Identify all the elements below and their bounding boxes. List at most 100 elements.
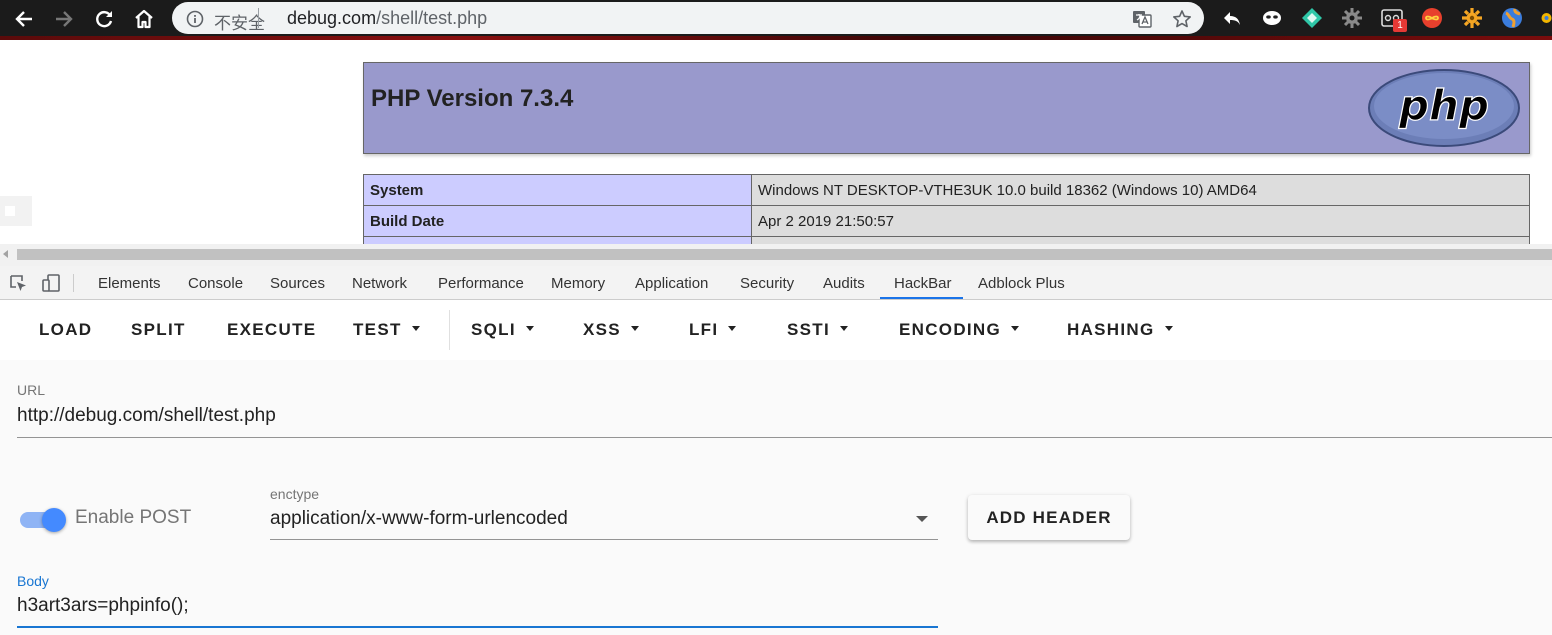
lfi-dropdown[interactable]: LFI <box>689 320 737 340</box>
test-dropdown[interactable]: TEST <box>353 320 420 340</box>
inspect-element-icon[interactable] <box>8 273 28 293</box>
table-value: Apr 2 2019 21:50:57 <box>751 205 1530 237</box>
hashing-label: HASHING <box>1067 320 1155 339</box>
browser-toolbar: 不安全 debug.com/shell/test.php 1 <box>0 0 1552 38</box>
table-row: System Windows NT DESKTOP-VTHE3UK 10.0 b… <box>363 174 1530 206</box>
hackbar-panel: URL http://debug.com/shell/test.php Enab… <box>0 360 1552 635</box>
devtools-tab-bar: Elements Console Sources Network Perform… <box>0 266 1552 300</box>
php-header: PHP Version 7.3.4 php <box>363 62 1530 154</box>
url-path: /shell/test.php <box>376 8 488 28</box>
diamond-extension[interactable] <box>1301 7 1323 29</box>
tab-adblock-plus[interactable]: Adblock Plus <box>978 275 1065 292</box>
sun-extension[interactable] <box>1461 7 1483 29</box>
mask-icon <box>1263 11 1281 25</box>
arrow-left-icon <box>15 11 32 27</box>
php-version-title: PHP Version 7.3.4 <box>371 85 574 112</box>
home-button[interactable] <box>131 6 157 32</box>
php-logo-text: php <box>1398 81 1489 130</box>
body-field-underline <box>17 626 938 628</box>
lfi-label: LFI <box>689 320 719 339</box>
hackbar-menu: LOAD SPLIT EXECUTE TEST SQLI XSS LFI SST… <box>0 300 1552 360</box>
scrollbar-thumb[interactable] <box>17 249 1552 260</box>
toggle-knob <box>42 508 66 532</box>
tab-sources[interactable]: Sources <box>270 275 325 292</box>
execute-button[interactable]: EXECUTE <box>227 320 316 340</box>
caret-down-icon <box>630 326 639 332</box>
reply-extension[interactable] <box>1221 7 1243 29</box>
menu-divider <box>449 310 450 350</box>
tab-memory[interactable]: Memory <box>551 275 605 292</box>
star-icon[interactable] <box>1172 9 1192 29</box>
side-widget[interactable] <box>0 196 32 226</box>
chrome-extension-partial[interactable] <box>1541 7 1552 29</box>
infinity-extension[interactable] <box>1421 7 1443 29</box>
tab-performance[interactable]: Performance <box>438 275 524 292</box>
tab-network[interactable]: Network <box>352 275 407 292</box>
tab-console[interactable]: Console <box>188 275 243 292</box>
enable-post-label: Enable POST <box>75 507 192 528</box>
scroll-left-arrow-icon[interactable] <box>3 250 8 258</box>
forward-button[interactable] <box>51 6 77 32</box>
table-key: Build Date <box>363 205 752 237</box>
device-toolbar-icon[interactable] <box>41 273 61 293</box>
home-icon <box>135 9 153 29</box>
url-text[interactable]: debug.com/shell/test.php <box>287 8 487 29</box>
encoding-label: ENCODING <box>899 320 1002 339</box>
url-host: debug.com <box>287 8 377 28</box>
reload-button[interactable] <box>91 6 117 32</box>
globe-icon <box>1502 8 1522 28</box>
active-tab-indicator <box>880 297 963 299</box>
hashing-dropdown[interactable]: HASHING <box>1067 320 1173 340</box>
tab-elements[interactable]: Elements <box>98 275 161 292</box>
address-bar[interactable]: 不安全 debug.com/shell/test.php <box>172 2 1204 34</box>
diamond-icon <box>1302 8 1322 28</box>
info-icon[interactable] <box>186 10 204 28</box>
translate-icon[interactable] <box>1132 9 1152 29</box>
mask-extension[interactable] <box>1261 7 1283 29</box>
arrow-right-icon <box>56 11 73 27</box>
body-field[interactable]: h3art3ars=phpinfo(); <box>17 595 189 617</box>
table-value: Windows NT DESKTOP-VTHE3UK 10.0 build 18… <box>751 174 1530 206</box>
ssti-dropdown[interactable]: SSTI <box>787 320 848 340</box>
tab-security[interactable]: Security <box>740 275 794 292</box>
split-button[interactable]: SPLIT <box>131 320 186 340</box>
caret-down-icon <box>728 326 737 332</box>
enctype-select[interactable]: application/x-www-form-urlencoded <box>270 508 568 530</box>
xss-label: XSS <box>583 320 621 339</box>
sqli-dropdown[interactable]: SQLI <box>471 320 534 340</box>
gear-extension[interactable] <box>1341 7 1363 29</box>
infinity-icon <box>1422 8 1442 28</box>
sun-gear-icon <box>1462 8 1482 28</box>
caret-down-icon <box>1011 326 1020 332</box>
xss-dropdown[interactable]: XSS <box>583 320 639 340</box>
caret-down-icon <box>525 326 534 332</box>
url-field[interactable]: http://debug.com/shell/test.php <box>17 405 276 427</box>
page-viewport: PHP Version 7.3.4 php System Windows NT … <box>0 40 1552 244</box>
back-button[interactable] <box>11 6 37 32</box>
omnibox-divider <box>258 8 259 28</box>
extension-badge: 1 <box>1393 19 1407 32</box>
table-row: Build Date Apr 2 2019 21:50:57 <box>363 205 1530 237</box>
enctype-label: enctype <box>270 486 320 502</box>
tab-hackbar[interactable]: HackBar <box>894 275 952 292</box>
load-button[interactable]: LOAD <box>39 320 92 340</box>
tab-audits[interactable]: Audits <box>823 275 865 292</box>
table-key-empty <box>363 236 752 244</box>
table-row <box>363 236 1530 244</box>
tracker-extension[interactable]: 1 <box>1381 7 1407 32</box>
table-value-empty <box>751 236 1530 244</box>
sqli-label: SQLI <box>471 320 516 339</box>
globe-extension[interactable] <box>1501 7 1523 29</box>
chrome-icon <box>1541 13 1552 23</box>
reload-icon <box>96 11 113 28</box>
encoding-dropdown[interactable]: ENCODING <box>899 320 1020 340</box>
test-label: TEST <box>353 320 402 339</box>
php-logo: php <box>1368 69 1520 147</box>
enable-post-toggle[interactable] <box>20 508 66 532</box>
horizontal-scrollbar[interactable] <box>0 244 1552 266</box>
add-header-button[interactable]: ADD HEADER <box>968 495 1130 540</box>
dropdown-arrow-icon[interactable] <box>916 516 928 522</box>
reply-icon <box>1224 12 1240 25</box>
tab-application[interactable]: Application <box>635 275 708 292</box>
url-field-underline <box>17 437 1552 438</box>
